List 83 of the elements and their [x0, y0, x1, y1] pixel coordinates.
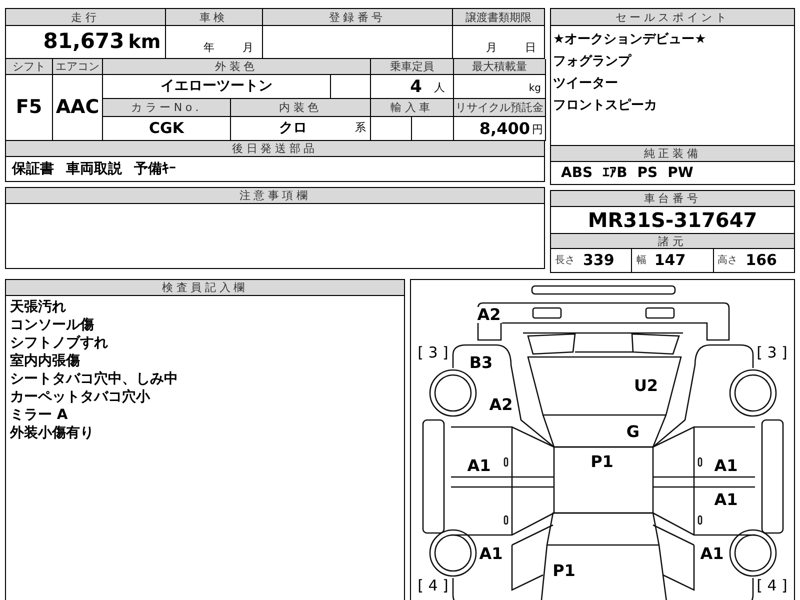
- damage-code: B3: [468, 355, 494, 371]
- damage-code: A1: [466, 458, 492, 474]
- inspector-note: 室内内張傷: [10, 352, 81, 370]
- door-handle-icon: [504, 515, 508, 525]
- equipment-item: ｴｱB: [602, 164, 628, 182]
- shift-header: シフト: [6, 59, 53, 75]
- year-label: 年: [204, 40, 215, 56]
- sales-point-item: フロントスピーカ: [553, 97, 658, 115]
- registration-header: 登録番号: [262, 9, 454, 26]
- inspector-note: シートタバコ穴中、しみ中: [10, 370, 179, 388]
- inspector-note: 天張汚れ: [10, 298, 67, 316]
- inspector-note: シフトノブすれ: [10, 334, 109, 352]
- spec-label: 幅: [636, 254, 646, 268]
- chassis-header: 車台番号: [551, 191, 795, 207]
- capacity-header: 乗車定員: [371, 59, 454, 75]
- damage-code: U2: [632, 378, 660, 394]
- sales-point-item: フォグランプ: [553, 52, 633, 71]
- aircon-header: エアコン: [53, 59, 103, 75]
- notes-header: 注意事項欄: [6, 188, 545, 204]
- grade-mark: [ 4 ]: [756, 578, 788, 594]
- equipment-item: PS: [637, 164, 658, 182]
- spec-label: 高さ: [718, 254, 738, 268]
- month-label: 月: [242, 40, 254, 56]
- damage-code: A2: [488, 397, 514, 413]
- equipment-header: 純正装備: [551, 146, 795, 162]
- later-part-item: 保証書: [12, 160, 54, 178]
- max-load-header: 最大積載量: [454, 59, 546, 75]
- inspector-note: 外装小傷有り: [10, 424, 95, 442]
- mileage-unit: km: [128, 30, 161, 55]
- later-part-item: 予備ｷｰ: [134, 160, 176, 178]
- damage-code: A1: [713, 458, 739, 474]
- shift-value: F5: [16, 98, 42, 117]
- recycling-fee-unit: 円: [532, 122, 543, 138]
- damage-code: A1: [699, 546, 725, 562]
- grade-mark: [ 3 ]: [756, 346, 788, 360]
- capacity-unit: 人: [434, 80, 445, 96]
- inspection-header: 車検: [166, 9, 263, 26]
- day-label: 日: [525, 40, 536, 56]
- interior-color-value: クロ: [279, 119, 307, 138]
- max-load-unit: kg: [528, 82, 541, 96]
- specs-header: 諸元: [551, 234, 795, 249]
- damage-code: G: [625, 424, 641, 440]
- interior-color-suffix: 系: [355, 120, 366, 136]
- aircon-value: AAC: [56, 98, 100, 117]
- color-number-header: カラーNo.: [103, 99, 231, 117]
- imported-header: 輸入車: [371, 99, 454, 117]
- chassis-number: MR31S-317647: [588, 207, 758, 234]
- recycling-fee-value: 8,400: [479, 118, 530, 140]
- damage-code: A1: [478, 546, 504, 562]
- interior-color-header: 内装色: [231, 99, 371, 117]
- spec-label: 長さ: [555, 254, 575, 268]
- deadline-header: 譲渡書類期限: [453, 9, 545, 26]
- spec-value: 147: [654, 250, 686, 272]
- equipment-item: ABS: [561, 164, 593, 182]
- month-label: 月: [486, 40, 497, 56]
- sales-points-header: セールスポイント: [551, 9, 795, 26]
- inspector-note: カーペットタバコ穴小: [10, 388, 152, 406]
- grade-mark: [ 3 ]: [416, 346, 450, 360]
- color-number-value: CGK: [149, 118, 184, 140]
- capacity-value: 4: [410, 76, 422, 98]
- exterior-color-value: イエローツートン: [160, 77, 272, 96]
- spec-value: 166: [746, 250, 777, 272]
- inspector-note: ミラー A: [10, 406, 69, 424]
- door-handle-icon: [698, 515, 702, 525]
- grade-mark: [ 4 ]: [416, 578, 450, 594]
- inspector-note: コンソール傷: [10, 316, 95, 334]
- inspector-notes-header: 検査員記入欄: [6, 280, 404, 296]
- later-parts-header: 後日発送部品: [6, 141, 545, 157]
- damage-code: A2: [476, 307, 502, 323]
- equipment-item: PW: [668, 164, 694, 182]
- mileage-header: 走行: [6, 9, 166, 26]
- door-handle-icon: [698, 457, 702, 467]
- damage-code: P1: [590, 454, 614, 470]
- damage-code: P1: [552, 563, 576, 579]
- door-handle-icon: [504, 457, 508, 467]
- mileage-value: 81,673: [43, 28, 124, 56]
- sales-point-item: ★オークションデビュー★: [553, 31, 708, 49]
- spec-value: 339: [583, 250, 614, 272]
- sales-point-item: ツイーター: [553, 75, 619, 93]
- exterior-color-header: 外装色: [103, 59, 371, 75]
- recycling-fee-header: リサイクル預託金: [454, 99, 546, 117]
- later-part-item: 車両取説: [66, 160, 122, 178]
- damage-code: A1: [713, 492, 739, 508]
